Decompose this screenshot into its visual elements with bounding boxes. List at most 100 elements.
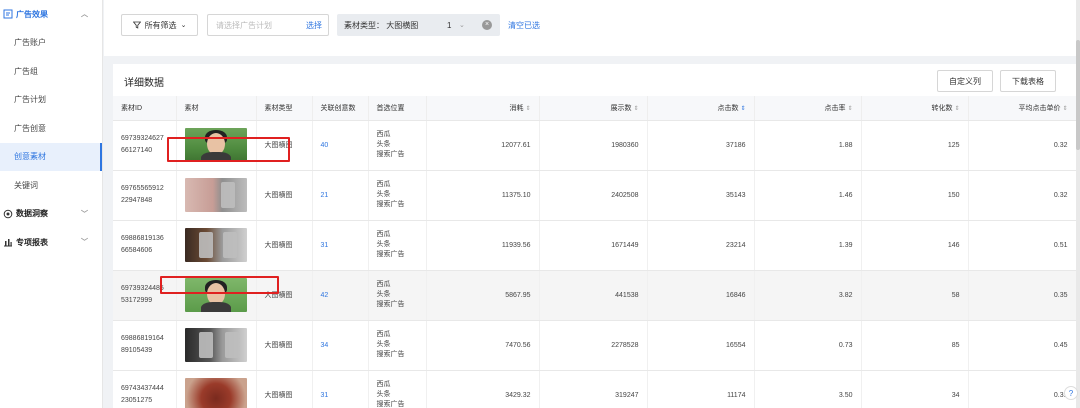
material-id-line: 69886819136 (121, 235, 164, 242)
col-clicks[interactable]: 点击数 ⇕ (647, 96, 755, 121)
sidebar-item-label: 关键词 (14, 180, 38, 190)
tag-label: 素材类型： 大图横图 (344, 20, 419, 30)
thumb-person (200, 302, 231, 312)
thumb-mosaic (224, 332, 239, 358)
col-material-id: 素材ID (113, 96, 177, 121)
material-type-cell: 大图横图 (256, 220, 313, 271)
thumb-mosaic (222, 232, 237, 258)
col-label: 平均点击单价 (1018, 104, 1061, 112)
download-table-button[interactable]: 下载表格 (1000, 70, 1056, 92)
cost-cell: 11939.56 (426, 220, 540, 271)
position-line: 头条 (376, 141, 391, 148)
help-icon[interactable]: ? (1064, 386, 1078, 400)
sort-icon[interactable]: ⇕ (525, 106, 530, 112)
material-thumbnail[interactable] (184, 278, 247, 312)
plan-select-link[interactable]: 选择 (306, 20, 322, 31)
custom-columns-button[interactable]: 自定义列 (937, 70, 993, 92)
material-thumb-cell (176, 120, 257, 171)
sort-icon[interactable]: ⇕ (847, 106, 852, 112)
material-thumb-cell (176, 220, 257, 271)
clicks-cell: 11174 (647, 370, 755, 408)
material-thumbnail[interactable] (184, 378, 247, 408)
sidebar-item-ad-account[interactable]: 广告账户 (0, 29, 102, 58)
sidebar-item-creative-material[interactable]: 创意素材 (0, 142, 102, 171)
related-creatives-link[interactable]: 31 (312, 370, 369, 408)
related-creatives-link[interactable]: 40 (312, 120, 369, 171)
col-avg-cpc[interactable]: 平均点击单价 ⇕ (968, 96, 1077, 121)
material-type-tag[interactable]: 素材类型： 大图横图 1 ⌄ × (337, 14, 500, 36)
table-row[interactable]: 69739324485 53172999 大图横图 42 西瓜 头条 搜索广告 586… (113, 270, 1077, 321)
related-creatives-link[interactable]: 31 (312, 220, 369, 271)
table-row[interactable]: 69765565912 22947848 大图横图 21 西瓜 头条 搜索广告 113… (113, 170, 1077, 221)
col-material-type: 素材类型 (256, 96, 313, 121)
material-id-cell: 69886819164 89105439 (113, 320, 177, 371)
material-thumb-cell (176, 170, 257, 221)
col-cost[interactable]: 消耗 ⇕ (426, 96, 540, 121)
col-conversions[interactable]: 转化数 ⇕ (861, 96, 969, 121)
close-icon[interactable]: × (482, 20, 492, 30)
all-filter-button[interactable]: 所有筛选 ⌄ (121, 14, 198, 36)
sidebar-group-special-report[interactable]: 专项报表 ﹀ (0, 228, 102, 257)
sidebar-group-ad-effect[interactable]: 广告效果 ︿ (0, 0, 102, 29)
position-line: 搜索广告 (376, 151, 405, 158)
material-thumbnail[interactable] (184, 328, 247, 362)
sidebar-item-label: 广告组 (14, 66, 38, 76)
material-type-cell: 大图横图 (256, 370, 313, 408)
page-scrollbar[interactable] (1076, 0, 1080, 408)
col-preferred-position: 首选位置 (368, 96, 427, 121)
table-row[interactable]: 69739324627 66127140 大图横图 40 西瓜 头条 搜索广告 120… (113, 120, 1077, 171)
impressions-cell: 2278528 (539, 320, 648, 371)
sort-icon[interactable]: ⇕ (1062, 106, 1067, 112)
sidebar-item-label: 广告账户 (14, 38, 46, 48)
impressions-cell: 441538 (539, 270, 648, 321)
material-type-cell: 大图横图 (256, 270, 313, 321)
sort-icon[interactable]: ⇕ (954, 106, 959, 112)
sidebar-item-ad-group[interactable]: 广告组 (0, 57, 102, 86)
material-id-line: 66127140 (121, 147, 153, 154)
conversions-cell: 146 (861, 220, 969, 271)
material-id-cell: 69765565912 22947848 (113, 170, 177, 221)
sidebar-item-keywords[interactable]: 关键词 (0, 171, 102, 200)
sort-icon[interactable]: ⇕ (740, 106, 745, 112)
table-row[interactable]: 69886819164 89105439 大图横图 34 西瓜 头条 搜索广告 747… (113, 320, 1077, 371)
position-line: 头条 (376, 241, 391, 248)
material-thumb-cell (176, 370, 257, 408)
material-thumbnail[interactable] (184, 128, 247, 162)
related-creatives-link[interactable]: 42 (312, 270, 369, 321)
plan-picker[interactable]: 选择 (207, 14, 329, 36)
sidebar-item-ad-plan[interactable]: 广告计划 (0, 86, 102, 115)
filter-bar: 所有筛选 ⌄ 选择 素材类型： 大图横图 1 ⌄ × 清空已选 (104, 0, 1080, 56)
related-creatives-link[interactable]: 34 (312, 320, 369, 371)
material-thumbnail[interactable] (184, 228, 247, 262)
position-cell: 西瓜 头条 搜索广告 (368, 270, 427, 321)
conversions-cell: 85 (861, 320, 969, 371)
sidebar-group-data-insight[interactable]: 数据洞察 ﹀ (0, 200, 102, 229)
thumb-mosaic (198, 232, 213, 258)
chevron-down-icon: ⌄ (180, 22, 187, 29)
position-line: 西瓜 (376, 231, 391, 238)
material-thumb-cell (176, 320, 257, 371)
sort-icon[interactable]: ⇕ (633, 106, 638, 112)
chevron-down-icon[interactable]: ⌄ (459, 21, 465, 29)
ctr-cell: 3.50 (754, 370, 862, 408)
table-row[interactable]: 69743437444 23051275 大图横图 31 西瓜 头条 搜索广告 342… (113, 370, 1077, 408)
conversions-cell: 58 (861, 270, 969, 321)
col-ctr[interactable]: 点击率 ⇕ (754, 96, 862, 121)
material-id-line: 69743437444 (121, 385, 164, 392)
insight-icon (3, 209, 13, 219)
cost-cell: 5867.95 (426, 270, 540, 321)
table-row[interactable]: 69886819136 66584606 大图横图 31 西瓜 头条 搜索广告 119… (113, 220, 1077, 271)
sidebar-item-label: 广告创意 (14, 123, 46, 133)
plan-input[interactable] (216, 20, 296, 30)
scrollbar-thumb[interactable] (1076, 40, 1080, 150)
position-line: 搜索广告 (376, 251, 405, 258)
material-thumbnail[interactable] (184, 178, 247, 212)
clear-selected-link[interactable]: 清空已选 (508, 20, 540, 31)
position-line: 搜索广告 (376, 351, 405, 358)
related-creatives-link[interactable]: 21 (312, 170, 369, 221)
material-id-line: 69886819164 (121, 335, 164, 342)
sidebar-item-ad-creative[interactable]: 广告创意 (0, 114, 102, 143)
col-impressions[interactable]: 展示数 ⇕ (539, 96, 648, 121)
impressions-cell: 2402508 (539, 170, 648, 221)
material-id-cell: 69739324627 66127140 (113, 120, 177, 171)
